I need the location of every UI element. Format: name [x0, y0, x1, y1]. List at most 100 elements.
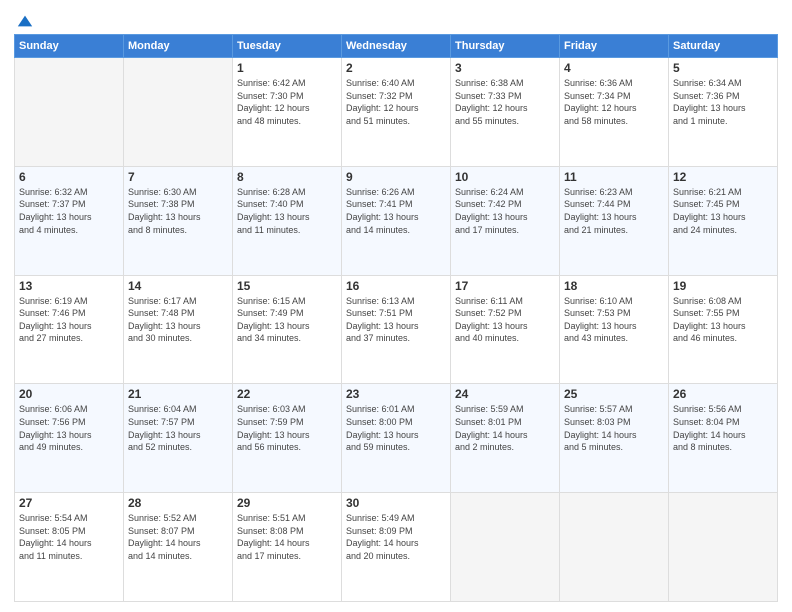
- day-info: Sunrise: 5:57 AM Sunset: 8:03 PM Dayligh…: [564, 403, 664, 453]
- day-info: Sunrise: 6:30 AM Sunset: 7:38 PM Dayligh…: [128, 186, 228, 236]
- day-number: 26: [673, 387, 773, 401]
- day-number: 5: [673, 61, 773, 75]
- calendar-cell: 26 Sunrise: 5:56 AM Sunset: 8:04 PM Dayli…: [669, 384, 778, 493]
- day-info: Sunrise: 6:21 AM Sunset: 7:45 PM Dayligh…: [673, 186, 773, 236]
- day-number: 25: [564, 387, 664, 401]
- day-info: Sunrise: 6:10 AM Sunset: 7:53 PM Dayligh…: [564, 295, 664, 345]
- logo-icon: [16, 12, 34, 30]
- day-info: Sunrise: 6:32 AM Sunset: 7:37 PM Dayligh…: [19, 186, 119, 236]
- day-number: 28: [128, 496, 228, 510]
- calendar-cell: 16 Sunrise: 6:13 AM Sunset: 7:51 PM Dayli…: [342, 275, 451, 384]
- calendar-cell: 3 Sunrise: 6:38 AM Sunset: 7:33 PM Daylig…: [451, 58, 560, 167]
- week-row-1: 1Sunrise: 6:42 AM Sunset: 7:30 PM Daylig…: [15, 58, 778, 167]
- day-number: 4: [564, 61, 664, 75]
- weekday-header-sunday: Sunday: [15, 35, 124, 58]
- day-number: 19: [673, 279, 773, 293]
- calendar-cell: 10 Sunrise: 6:24 AM Sunset: 7:42 PM Dayli…: [451, 166, 560, 275]
- day-number: 22: [237, 387, 337, 401]
- day-info: Sunrise: 6:03 AM Sunset: 7:59 PM Dayligh…: [237, 403, 337, 453]
- calendar-cell: 27 Sunrise: 5:54 AM Sunset: 8:05 PM Dayli…: [15, 493, 124, 602]
- calendar-cell: [124, 58, 233, 167]
- day-number: 12: [673, 170, 773, 184]
- day-number: 2: [346, 61, 446, 75]
- day-info: Sunrise: 6:23 AM Sunset: 7:44 PM Dayligh…: [564, 186, 664, 236]
- calendar-cell: 7 Sunrise: 6:30 AM Sunset: 7:38 PM Daylig…: [124, 166, 233, 275]
- day-info: Sunrise: 5:56 AM Sunset: 8:04 PM Dayligh…: [673, 403, 773, 453]
- day-info: Sunrise: 5:49 AM Sunset: 8:09 PM Dayligh…: [346, 512, 446, 562]
- weekday-header-row: SundayMondayTuesdayWednesdayThursdayFrid…: [15, 35, 778, 58]
- calendar-cell: 18Sunrise: 6:10 AM Sunset: 7:53 PM Dayli…: [560, 275, 669, 384]
- day-number: 15: [237, 279, 337, 293]
- page-container: SundayMondayTuesdayWednesdayThursdayFrid…: [0, 0, 792, 612]
- day-info: Sunrise: 6:38 AM Sunset: 7:33 PM Dayligh…: [455, 77, 555, 127]
- calendar-cell: 6 Sunrise: 6:32 AM Sunset: 7:37 PM Daylig…: [15, 166, 124, 275]
- day-info: Sunrise: 5:59 AM Sunset: 8:01 PM Dayligh…: [455, 403, 555, 453]
- calendar-cell: 9 Sunrise: 6:26 AM Sunset: 7:41 PM Daylig…: [342, 166, 451, 275]
- day-info: Sunrise: 6:40 AM Sunset: 7:32 PM Dayligh…: [346, 77, 446, 127]
- day-info: Sunrise: 5:51 AM Sunset: 8:08 PM Dayligh…: [237, 512, 337, 562]
- day-number: 14: [128, 279, 228, 293]
- weekday-header-friday: Friday: [560, 35, 669, 58]
- calendar-cell: 23 Sunrise: 6:01 AM Sunset: 8:00 PM Dayli…: [342, 384, 451, 493]
- day-info: Sunrise: 6:42 AM Sunset: 7:30 PM Dayligh…: [237, 77, 337, 127]
- week-row-2: 6 Sunrise: 6:32 AM Sunset: 7:37 PM Daylig…: [15, 166, 778, 275]
- day-info: Sunrise: 6:11 AM Sunset: 7:52 PM Dayligh…: [455, 295, 555, 345]
- calendar-cell: [560, 493, 669, 602]
- day-info: Sunrise: 6:01 AM Sunset: 8:00 PM Dayligh…: [346, 403, 446, 453]
- day-info: Sunrise: 6:08 AM Sunset: 7:55 PM Dayligh…: [673, 295, 773, 345]
- day-info: Sunrise: 6:04 AM Sunset: 7:57 PM Dayligh…: [128, 403, 228, 453]
- day-number: 10: [455, 170, 555, 184]
- calendar-cell: 12 Sunrise: 6:21 AM Sunset: 7:45 PM Dayli…: [669, 166, 778, 275]
- calendar-cell: 29 Sunrise: 5:51 AM Sunset: 8:08 PM Dayli…: [233, 493, 342, 602]
- calendar-cell: 1Sunrise: 6:42 AM Sunset: 7:30 PM Daylig…: [233, 58, 342, 167]
- week-row-4: 20Sunrise: 6:06 AM Sunset: 7:56 PM Dayli…: [15, 384, 778, 493]
- calendar-cell: 22 Sunrise: 6:03 AM Sunset: 7:59 PM Dayli…: [233, 384, 342, 493]
- day-info: Sunrise: 5:54 AM Sunset: 8:05 PM Dayligh…: [19, 512, 119, 562]
- calendar-cell: 15 Sunrise: 6:15 AM Sunset: 7:49 PM Dayli…: [233, 275, 342, 384]
- calendar-cell: 24 Sunrise: 5:59 AM Sunset: 8:01 PM Dayli…: [451, 384, 560, 493]
- day-number: 23: [346, 387, 446, 401]
- day-number: 29: [237, 496, 337, 510]
- calendar-cell: 19 Sunrise: 6:08 AM Sunset: 7:55 PM Dayli…: [669, 275, 778, 384]
- day-number: 17: [455, 279, 555, 293]
- day-number: 16: [346, 279, 446, 293]
- weekday-header-monday: Monday: [124, 35, 233, 58]
- day-info: Sunrise: 5:52 AM Sunset: 8:07 PM Dayligh…: [128, 512, 228, 562]
- calendar-cell: 25 Sunrise: 5:57 AM Sunset: 8:03 PM Dayli…: [560, 384, 669, 493]
- day-info: Sunrise: 6:34 AM Sunset: 7:36 PM Dayligh…: [673, 77, 773, 127]
- calendar-table: SundayMondayTuesdayWednesdayThursdayFrid…: [14, 34, 778, 602]
- day-info: Sunrise: 6:06 AM Sunset: 7:56 PM Dayligh…: [19, 403, 119, 453]
- day-info: Sunrise: 6:28 AM Sunset: 7:40 PM Dayligh…: [237, 186, 337, 236]
- weekday-header-thursday: Thursday: [451, 35, 560, 58]
- calendar-cell: 17 Sunrise: 6:11 AM Sunset: 7:52 PM Dayli…: [451, 275, 560, 384]
- calendar-cell: 11 Sunrise: 6:23 AM Sunset: 7:44 PM Dayli…: [560, 166, 669, 275]
- calendar-cell: 2 Sunrise: 6:40 AM Sunset: 7:32 PM Daylig…: [342, 58, 451, 167]
- day-info: Sunrise: 6:15 AM Sunset: 7:49 PM Dayligh…: [237, 295, 337, 345]
- calendar-cell: 21 Sunrise: 6:04 AM Sunset: 7:57 PM Dayli…: [124, 384, 233, 493]
- week-row-3: 13 Sunrise: 6:19 AM Sunset: 7:46 PM Dayli…: [15, 275, 778, 384]
- calendar-cell: [15, 58, 124, 167]
- day-info: Sunrise: 6:24 AM Sunset: 7:42 PM Dayligh…: [455, 186, 555, 236]
- day-number: 13: [19, 279, 119, 293]
- weekday-header-tuesday: Tuesday: [233, 35, 342, 58]
- day-number: 7: [128, 170, 228, 184]
- calendar-cell: 14Sunrise: 6:17 AM Sunset: 7:48 PM Dayli…: [124, 275, 233, 384]
- day-number: 21: [128, 387, 228, 401]
- calendar-cell: 13 Sunrise: 6:19 AM Sunset: 7:46 PM Dayli…: [15, 275, 124, 384]
- calendar-cell: 30 Sunrise: 5:49 AM Sunset: 8:09 PM Dayli…: [342, 493, 451, 602]
- calendar-cell: 20Sunrise: 6:06 AM Sunset: 7:56 PM Dayli…: [15, 384, 124, 493]
- day-number: 9: [346, 170, 446, 184]
- calendar-cell: [669, 493, 778, 602]
- day-number: 11: [564, 170, 664, 184]
- day-number: 6: [19, 170, 119, 184]
- day-info: Sunrise: 6:26 AM Sunset: 7:41 PM Dayligh…: [346, 186, 446, 236]
- day-number: 27: [19, 496, 119, 510]
- day-number: 30: [346, 496, 446, 510]
- header: [14, 12, 778, 26]
- calendar-cell: 28 Sunrise: 5:52 AM Sunset: 8:07 PM Dayli…: [124, 493, 233, 602]
- day-number: 3: [455, 61, 555, 75]
- day-info: Sunrise: 6:19 AM Sunset: 7:46 PM Dayligh…: [19, 295, 119, 345]
- day-info: Sunrise: 6:36 AM Sunset: 7:34 PM Dayligh…: [564, 77, 664, 127]
- day-number: 24: [455, 387, 555, 401]
- day-info: Sunrise: 6:13 AM Sunset: 7:51 PM Dayligh…: [346, 295, 446, 345]
